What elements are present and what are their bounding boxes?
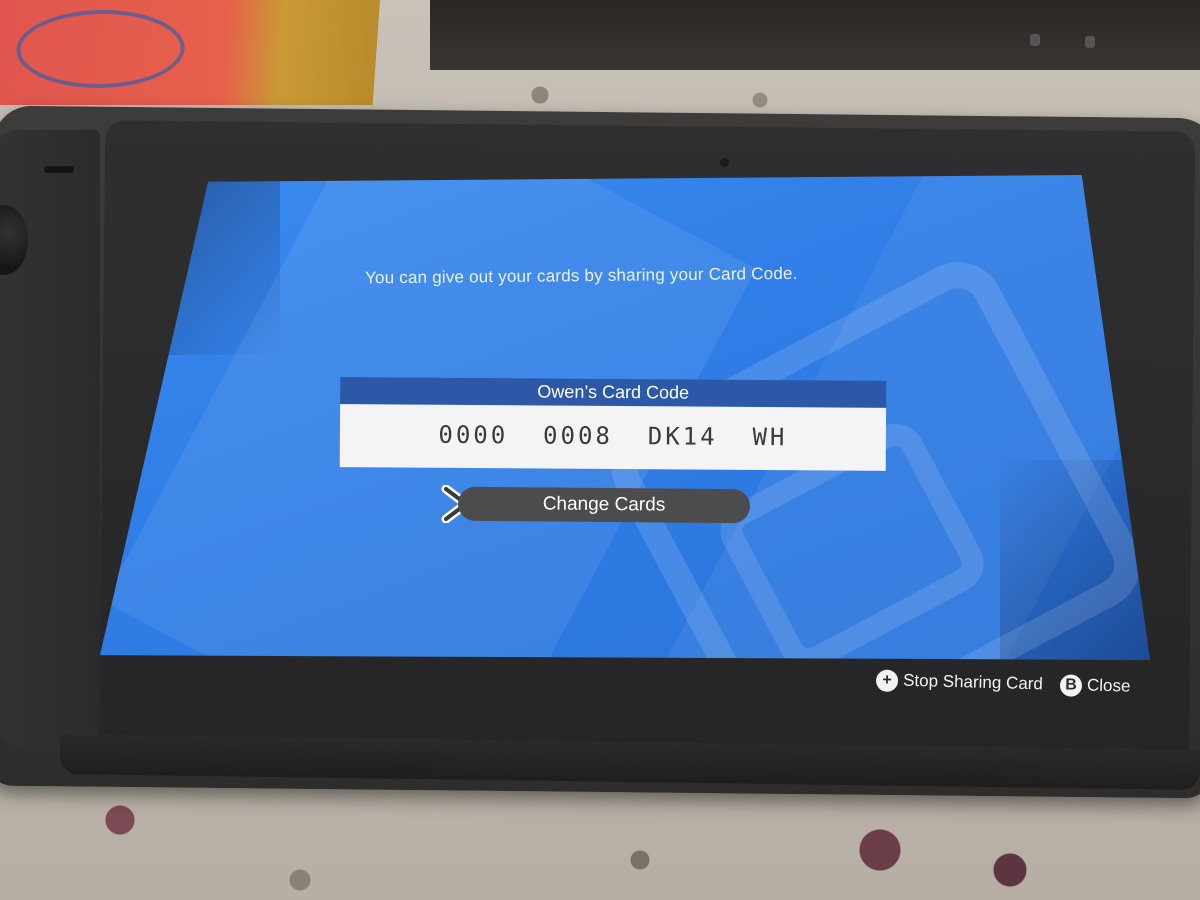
- cabinet-knob: [1030, 34, 1040, 46]
- b-button-icon: B: [1059, 673, 1083, 697]
- change-cards-button[interactable]: Change Cards: [457, 486, 751, 524]
- stop-sharing-card-button[interactable]: + Stop Sharing Card: [875, 666, 1044, 696]
- close-label: Close: [1086, 675, 1131, 696]
- card-code-value: 0000 0008 DK14 WH: [339, 404, 887, 471]
- sensor-dot: [720, 158, 729, 167]
- stop-sharing-label: Stop Sharing Card: [902, 670, 1044, 694]
- background-cabinet: [430, 0, 1200, 70]
- cabinet-knob: [1085, 36, 1095, 48]
- close-button[interactable]: B Close: [1059, 671, 1131, 699]
- box-artwork: [13, 10, 188, 88]
- background-box: [0, 0, 381, 105]
- minus-button[interactable]: [44, 166, 74, 173]
- photo-scene: You can give out your cards by sharing y…: [0, 0, 1200, 900]
- card-code-panel: Owen’s Card Code 0000 0008 DK14 WH: [339, 377, 887, 471]
- card-code-title: Owen’s Card Code: [340, 377, 887, 408]
- plus-button-icon: +: [875, 668, 899, 692]
